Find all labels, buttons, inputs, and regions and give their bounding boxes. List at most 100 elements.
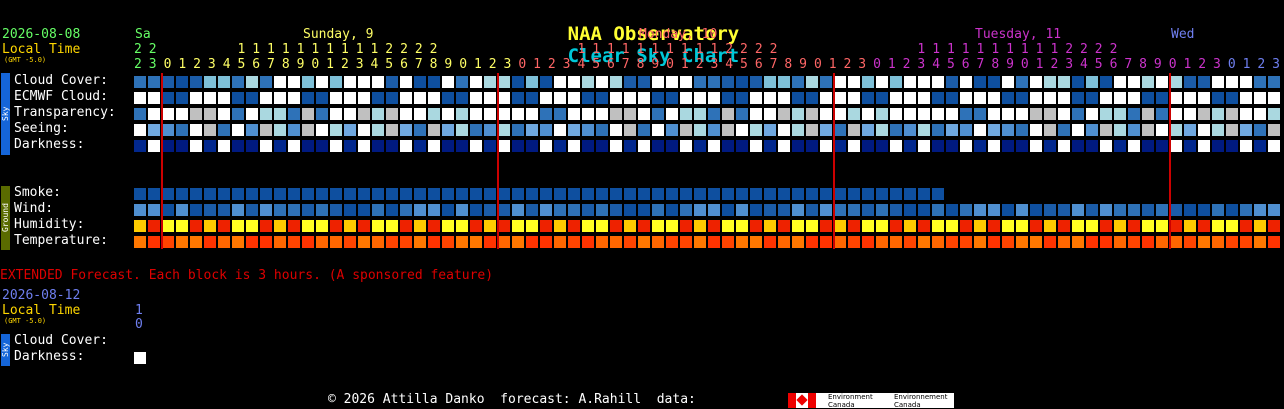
forecast-block[interactable] bbox=[484, 140, 496, 152]
forecast-block[interactable] bbox=[680, 92, 692, 104]
forecast-block[interactable] bbox=[190, 76, 202, 88]
forecast-block[interactable] bbox=[1184, 140, 1196, 152]
forecast-block[interactable] bbox=[442, 108, 454, 120]
forecast-block[interactable] bbox=[190, 124, 202, 136]
forecast-block[interactable] bbox=[582, 236, 594, 248]
forecast-block[interactable] bbox=[848, 108, 860, 120]
forecast-block[interactable] bbox=[540, 76, 552, 88]
forecast-block[interactable] bbox=[610, 236, 622, 248]
extended-row-label-cloud[interactable]: Cloud Cover: bbox=[14, 333, 108, 348]
forecast-block[interactable] bbox=[1198, 220, 1210, 232]
forecast-block[interactable] bbox=[148, 140, 160, 152]
forecast-block[interactable] bbox=[218, 92, 230, 104]
forecast-block[interactable] bbox=[554, 220, 566, 232]
forecast-block[interactable] bbox=[1086, 220, 1098, 232]
forecast-block[interactable] bbox=[484, 108, 496, 120]
forecast-block[interactable] bbox=[1198, 124, 1210, 136]
forecast-block[interactable] bbox=[1184, 124, 1196, 136]
forecast-block[interactable] bbox=[274, 204, 286, 216]
forecast-block[interactable] bbox=[526, 140, 538, 152]
forecast-block[interactable] bbox=[1016, 204, 1028, 216]
forecast-block[interactable] bbox=[302, 204, 314, 216]
forecast-block[interactable] bbox=[904, 220, 916, 232]
forecast-block[interactable] bbox=[148, 236, 160, 248]
forecast-block[interactable] bbox=[148, 76, 160, 88]
forecast-block[interactable] bbox=[358, 76, 370, 88]
forecast-block[interactable] bbox=[176, 236, 188, 248]
forecast-block[interactable] bbox=[1170, 204, 1182, 216]
forecast-block[interactable] bbox=[414, 220, 426, 232]
forecast-block[interactable] bbox=[848, 204, 860, 216]
forecast-block[interactable] bbox=[246, 236, 258, 248]
forecast-block[interactable] bbox=[974, 92, 986, 104]
forecast-block[interactable] bbox=[540, 220, 552, 232]
forecast-block[interactable] bbox=[498, 124, 510, 136]
forecast-block[interactable] bbox=[358, 140, 370, 152]
row-label-humidity[interactable]: Humidity: bbox=[14, 217, 84, 232]
forecast-block[interactable] bbox=[1170, 92, 1182, 104]
forecast-block[interactable] bbox=[1212, 140, 1224, 152]
forecast-block[interactable] bbox=[568, 220, 580, 232]
forecast-block[interactable] bbox=[134, 236, 146, 248]
forecast-block[interactable] bbox=[918, 236, 930, 248]
forecast-block[interactable] bbox=[484, 204, 496, 216]
forecast-block[interactable] bbox=[232, 92, 244, 104]
forecast-block[interactable] bbox=[330, 188, 342, 200]
forecast-block[interactable] bbox=[302, 92, 314, 104]
forecast-block[interactable] bbox=[316, 140, 328, 152]
forecast-block[interactable] bbox=[400, 236, 412, 248]
forecast-block[interactable] bbox=[1086, 124, 1098, 136]
forecast-block[interactable] bbox=[694, 76, 706, 88]
forecast-block[interactable] bbox=[1072, 236, 1084, 248]
forecast-block[interactable] bbox=[246, 140, 258, 152]
forecast-block[interactable] bbox=[596, 204, 608, 216]
forecast-block[interactable] bbox=[764, 108, 776, 120]
forecast-block[interactable] bbox=[148, 124, 160, 136]
forecast-block[interactable] bbox=[960, 92, 972, 104]
forecast-block[interactable] bbox=[764, 124, 776, 136]
forecast-block[interactable] bbox=[568, 108, 580, 120]
forecast-block[interactable] bbox=[764, 92, 776, 104]
forecast-block[interactable] bbox=[1002, 236, 1014, 248]
forecast-block[interactable] bbox=[610, 108, 622, 120]
forecast-block[interactable] bbox=[1128, 204, 1140, 216]
forecast-block[interactable] bbox=[1240, 108, 1252, 120]
forecast-block[interactable] bbox=[1086, 108, 1098, 120]
forecast-block[interactable] bbox=[288, 76, 300, 88]
forecast-block[interactable] bbox=[526, 204, 538, 216]
forecast-block[interactable] bbox=[456, 124, 468, 136]
forecast-block[interactable] bbox=[428, 108, 440, 120]
forecast-block[interactable] bbox=[610, 140, 622, 152]
forecast-block[interactable] bbox=[232, 220, 244, 232]
forecast-block[interactable] bbox=[610, 92, 622, 104]
forecast-block[interactable] bbox=[582, 76, 594, 88]
forecast-block[interactable] bbox=[344, 124, 356, 136]
forecast-block[interactable] bbox=[260, 204, 272, 216]
forecast-block[interactable] bbox=[652, 92, 664, 104]
forecast-block[interactable] bbox=[708, 76, 720, 88]
forecast-block[interactable] bbox=[708, 92, 720, 104]
forecast-block[interactable] bbox=[162, 92, 174, 104]
forecast-block[interactable] bbox=[666, 220, 678, 232]
forecast-block[interactable] bbox=[666, 124, 678, 136]
forecast-block[interactable] bbox=[176, 92, 188, 104]
forecast-block[interactable] bbox=[190, 204, 202, 216]
forecast-block[interactable] bbox=[456, 140, 468, 152]
forecast-block[interactable] bbox=[834, 204, 846, 216]
forecast-block[interactable] bbox=[806, 76, 818, 88]
forecast-block[interactable] bbox=[652, 220, 664, 232]
forecast-block[interactable] bbox=[442, 140, 454, 152]
forecast-block[interactable] bbox=[862, 124, 874, 136]
forecast-block[interactable] bbox=[582, 92, 594, 104]
forecast-block[interactable] bbox=[1254, 108, 1266, 120]
forecast-block[interactable] bbox=[764, 140, 776, 152]
forecast-block[interactable] bbox=[834, 236, 846, 248]
forecast-block[interactable] bbox=[792, 188, 804, 200]
forecast-block[interactable] bbox=[274, 76, 286, 88]
forecast-block[interactable] bbox=[778, 76, 790, 88]
forecast-block[interactable] bbox=[680, 220, 692, 232]
forecast-block[interactable] bbox=[442, 204, 454, 216]
forecast-block[interactable] bbox=[386, 76, 398, 88]
forecast-block[interactable] bbox=[456, 76, 468, 88]
forecast-block[interactable] bbox=[1128, 140, 1140, 152]
